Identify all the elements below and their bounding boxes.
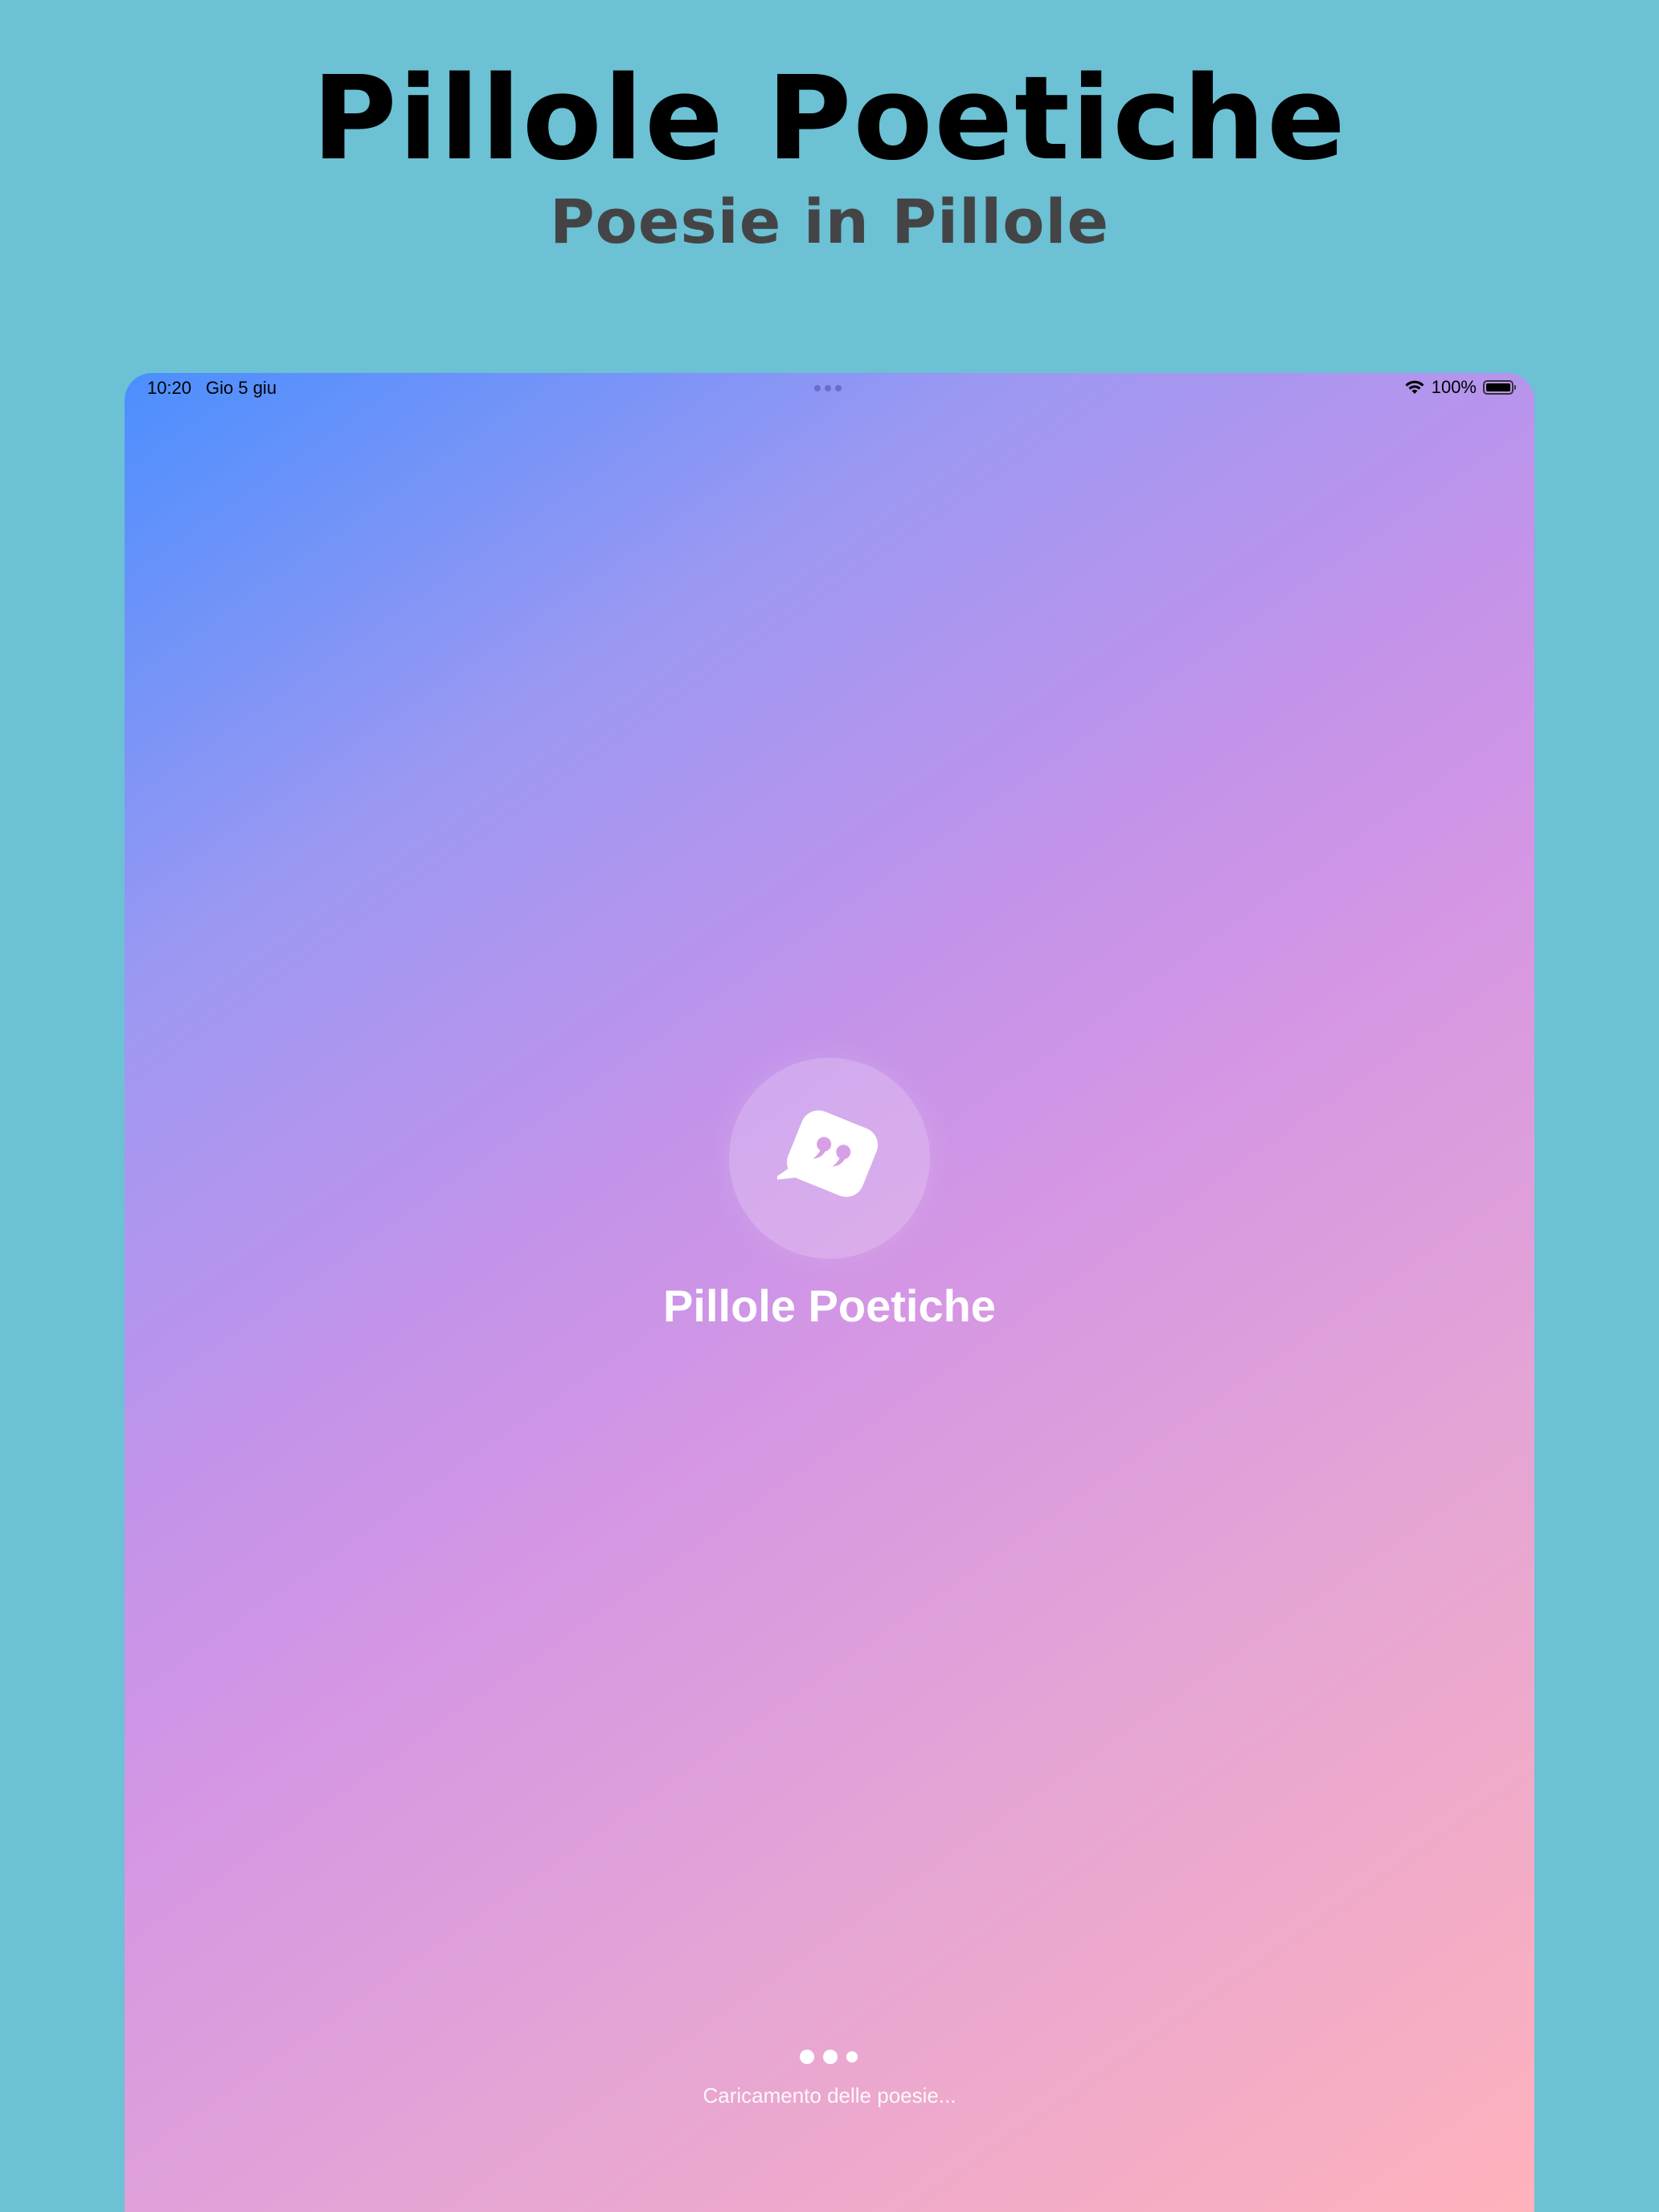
status-date: Gio 5 giu	[206, 378, 277, 398]
battery-percent: 100%	[1431, 377, 1477, 397]
loading-indicator	[800, 2050, 858, 2064]
promo-screen: Pillole Poetiche Poesie in Pillole 10:20…	[0, 0, 1659, 2212]
app-title: Pillole Poetiche	[663, 1280, 996, 1331]
promo-title: Pillole Poetiche	[312, 51, 1347, 186]
status-bar: 10:20 Gio 5 giu 100%	[125, 373, 1534, 407]
status-time: 10:20	[147, 378, 192, 398]
loading-text: Caricamento delle poesie...	[703, 2083, 956, 2108]
quote-bubble-icon	[777, 1110, 879, 1198]
battery-icon	[1483, 380, 1516, 395]
multitasking-dots-icon[interactable]	[814, 385, 842, 391]
promo-subtitle: Poesie in Pillole	[549, 186, 1110, 257]
app-logo	[729, 1058, 930, 1259]
status-right-group: 100%	[1404, 377, 1516, 398]
wifi-icon	[1405, 380, 1424, 394]
device-screen: 10:20 Gio 5 giu 100% Pillole Poetiche Ca…	[125, 373, 1534, 2212]
